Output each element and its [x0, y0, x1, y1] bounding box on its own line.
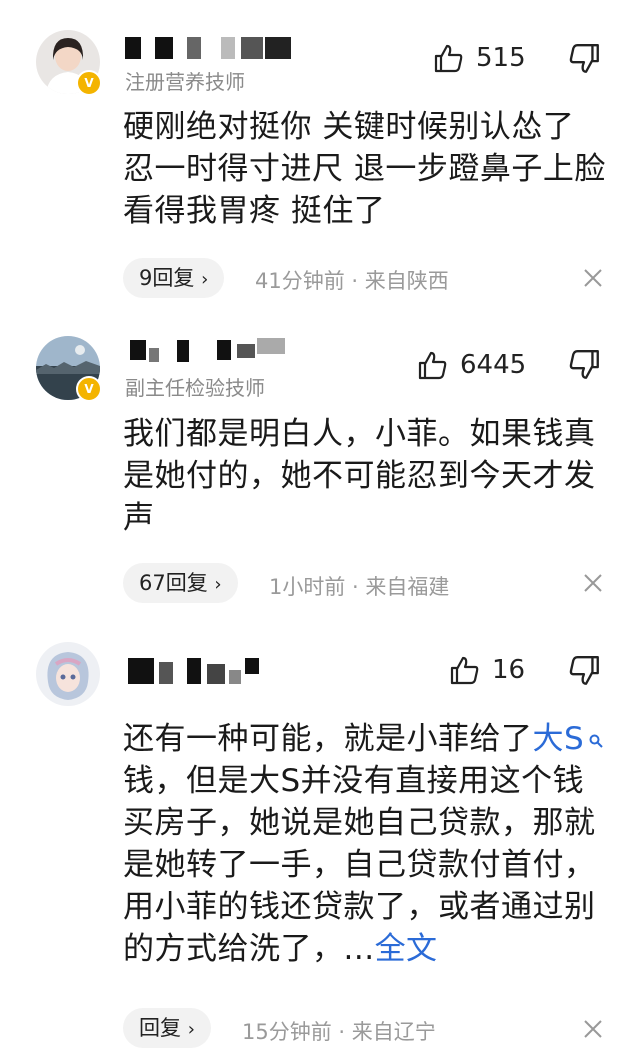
- username-redacted[interactable]: [125, 656, 265, 686]
- comment-item: 16 还有一种可能，就是小菲给了大S 钱，但是大S并没有直接用这个钱买房子，她说是…: [0, 0, 640, 1048]
- search-icon: [589, 734, 603, 748]
- thumbs-up-icon: [450, 656, 479, 685]
- like-button[interactable]: 16: [448, 650, 525, 690]
- comment-text-rest: 钱，但是大S并没有直接用这个钱买房子，她说是她自己贷款，那就是她转了一手，自己贷…: [123, 763, 596, 967]
- entity-link-label: 大S: [532, 721, 585, 757]
- chevron-right-icon: ›: [187, 1019, 195, 1040]
- avatar[interactable]: [36, 642, 100, 706]
- comment-meta: 15分钟前 · 来自辽宁: [242, 1020, 436, 1044]
- comment-text: 还有一种可能，就是小菲给了大S 钱，但是大S并没有直接用这个钱买房子，她说是她自己…: [123, 718, 613, 970]
- thumbs-down-icon[interactable]: [568, 654, 602, 688]
- reply-button[interactable]: 回复 ›: [123, 1008, 211, 1048]
- close-icon[interactable]: [582, 1018, 604, 1040]
- comment-text-start: 还有一种可能，就是小菲给了: [123, 721, 533, 757]
- avatar-image: [36, 642, 100, 706]
- reply-label: 回复: [139, 1016, 181, 1040]
- entity-link[interactable]: 大S: [533, 721, 609, 757]
- expand-full-text-link[interactable]: 全文: [375, 931, 438, 967]
- like-count: 16: [492, 655, 526, 685]
